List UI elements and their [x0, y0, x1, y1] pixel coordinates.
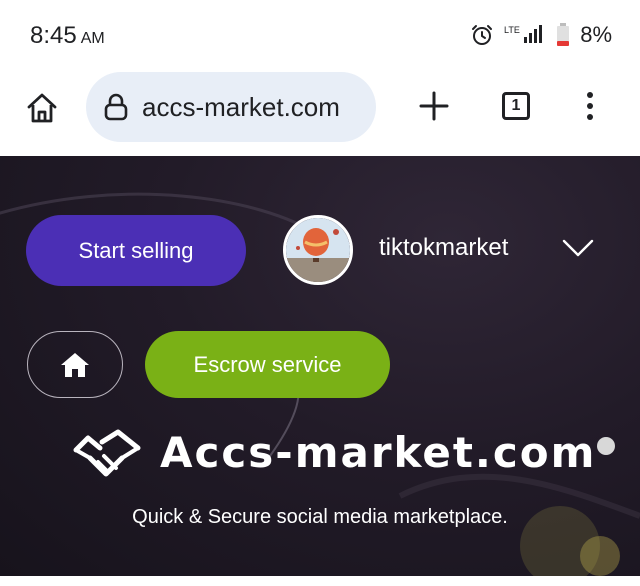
browser-toolbar: accs-market.com 1 [0, 70, 640, 156]
hot-air-balloon-image [286, 218, 350, 282]
signal-lte-icon: LTE [504, 25, 543, 43]
home-icon [61, 352, 89, 377]
browser-home-button[interactable] [22, 88, 62, 128]
status-time: 8:45 AM [30, 22, 105, 50]
plus-icon [419, 91, 449, 121]
more-menu-button[interactable] [578, 86, 602, 126]
home-icon [27, 93, 57, 123]
start-selling-button[interactable]: Start selling [26, 215, 246, 286]
site-logo-text: Accs-market.com [160, 428, 597, 477]
status-time-ampm: AM [80, 30, 105, 47]
user-avatar[interactable] [283, 215, 353, 285]
username[interactable]: tiktokmarket [379, 234, 508, 262]
status-icons: LTE 8% [470, 22, 612, 48]
address-bar[interactable]: accs-market.com [86, 72, 376, 142]
tab-count: 1 [511, 97, 521, 114]
battery-low-icon [557, 23, 570, 46]
lock-icon[interactable] [100, 91, 132, 123]
status-bar: 8:45 AM LTE 8% [0, 0, 640, 70]
site-tagline: Quick & Secure social media marketplace. [132, 506, 508, 528]
hero-section: Start selling tiktokmarket Escrow servic… [0, 156, 640, 576]
more-vert-icon [587, 92, 593, 98]
tab-switcher-button[interactable]: 1 [502, 92, 530, 120]
bottom-strip [0, 576, 640, 586]
status-time-value: 8:45 [30, 22, 77, 49]
site-home-button[interactable] [27, 331, 123, 398]
alarm-icon [472, 25, 493, 45]
battery-percent: 8% [580, 22, 612, 47]
url-text: accs-market.com [142, 91, 340, 122]
handshake-icon [73, 429, 141, 477]
escrow-service-button[interactable]: Escrow service [145, 331, 390, 398]
chevron-down-icon[interactable] [562, 238, 594, 258]
carousel-dot[interactable] [597, 437, 615, 455]
new-tab-button[interactable] [414, 86, 454, 126]
network-type: LTE [504, 25, 520, 35]
